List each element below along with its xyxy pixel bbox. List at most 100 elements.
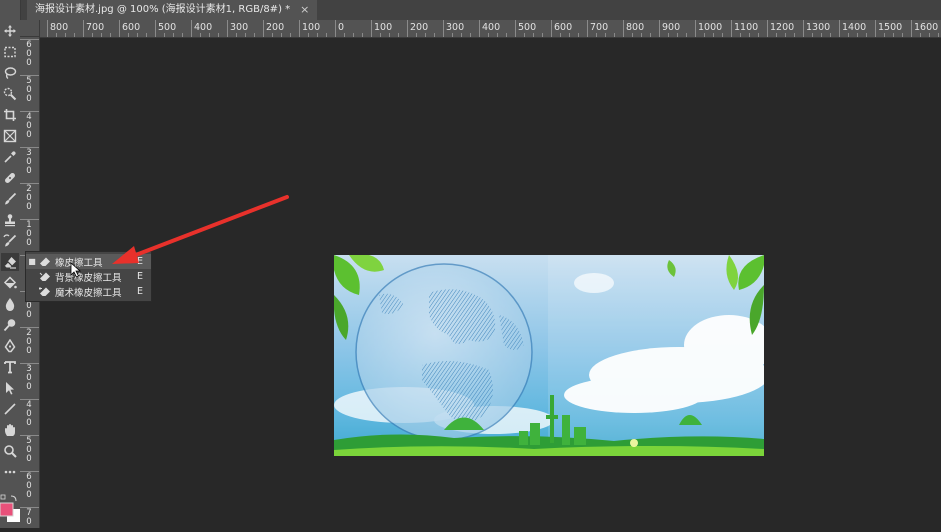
ruler-minor-tick [857, 33, 858, 37]
default-colors-icon[interactable] [0, 494, 6, 500]
ruler-minor-tick [506, 33, 507, 37]
frame-tool-icon[interactable] [1, 127, 19, 145]
ruler-minor-tick [938, 33, 939, 37]
ruler-label: 600 [554, 22, 573, 33]
document-tab-bar: 海报设计素材.jpg @ 100% (海报设计素材1, RGB/8#) * × [20, 0, 941, 20]
ruler-minor-tick [182, 33, 183, 37]
ruler-minor-tick [281, 33, 282, 37]
line-tool-icon[interactable] [1, 400, 19, 418]
history-brush-tool-icon[interactable] [1, 232, 19, 250]
close-icon[interactable]: × [300, 0, 309, 20]
document-tab[interactable]: 海报设计素材.jpg @ 100% (海报设计素材1, RGB/8#) * × [27, 0, 318, 20]
move-tool-icon[interactable] [1, 22, 19, 40]
ruler-label: 400 [26, 400, 32, 428]
ruler-label: 500 [26, 76, 32, 104]
ruler-minor-tick [218, 33, 219, 37]
quick-selection-tool-icon[interactable] [1, 85, 19, 103]
ruler-tick [515, 20, 516, 37]
more-tools-icon[interactable] [1, 463, 19, 481]
ruler-tick [839, 20, 840, 37]
ruler-tick [911, 20, 912, 37]
eyedropper-tool-icon[interactable] [1, 148, 19, 166]
clone-stamp-tool-icon[interactable] [1, 211, 19, 229]
ruler-tick [407, 20, 408, 37]
ruler-tick [371, 20, 372, 37]
ruler-minor-tick [497, 33, 498, 37]
ruler-minor-tick [416, 33, 417, 37]
ruler-label: 700 [86, 22, 105, 33]
canvas-image[interactable] [334, 255, 764, 456]
flyout-item-label: 背景橡皮擦工具 [55, 272, 122, 284]
ruler-minor-tick [929, 33, 930, 37]
ruler-minor-tick [488, 33, 489, 37]
ruler-minor-tick [65, 33, 66, 37]
ruler-minor-tick [758, 33, 759, 37]
ruler-minor-tick [146, 33, 147, 37]
ruler-tick [191, 20, 192, 37]
foreground-color-swatch[interactable] [0, 502, 14, 517]
healing-brush-tool-icon[interactable] [1, 169, 19, 187]
ruler-minor-tick [893, 33, 894, 37]
flyout-item-background-eraser[interactable]: 背景橡皮擦工具 E [26, 269, 151, 284]
ruler-label: 1600 [914, 22, 939, 33]
ruler-label: 800 [626, 22, 645, 33]
ruler-tick [335, 20, 336, 37]
ruler-tick [551, 20, 552, 37]
crop-tool-icon[interactable] [1, 106, 19, 124]
ruler-tick [299, 20, 300, 37]
ruler-tick [83, 20, 84, 37]
ruler-minor-tick [596, 33, 597, 37]
pen-tool-icon[interactable] [1, 337, 19, 355]
type-tool-icon[interactable] [1, 358, 19, 376]
ruler-label: 300 [446, 22, 465, 33]
ruler-tick [587, 20, 588, 37]
paint-bucket-tool-icon[interactable] [1, 274, 19, 292]
color-swatches [0, 494, 20, 528]
ruler-tick [227, 20, 228, 37]
ruler-minor-tick [236, 33, 237, 37]
ruler-minor-tick [749, 33, 750, 37]
ruler-label: 300 [26, 148, 32, 176]
ruler-tick [47, 20, 48, 37]
ruler-minor-tick [794, 33, 795, 37]
ruler-label: 1200 [770, 22, 795, 33]
eraser-tool-flyout: ■ 橡皮擦工具 E 背景橡皮擦工具 E 魔术橡皮擦工具 E [25, 251, 152, 302]
lasso-tool-icon[interactable] [1, 64, 19, 82]
ruler-label: 200 [26, 328, 32, 356]
tools-panel [0, 0, 21, 528]
ruler-label: 100 [374, 22, 393, 33]
marquee-tool-icon[interactable] [1, 43, 19, 61]
hand-tool-icon[interactable] [1, 421, 19, 439]
ruler-corner [20, 20, 40, 37]
flyout-item-shortcut: E [137, 256, 144, 267]
ruler-minor-tick [254, 33, 255, 37]
ruler-minor-tick [398, 33, 399, 37]
ruler-minor-tick [848, 33, 849, 37]
ruler-tick [119, 20, 120, 37]
dodge-tool-icon[interactable] [1, 316, 19, 334]
horizontal-ruler[interactable]: 800 700 600 500 400 300 200 100 0 100 200 300 400 500… [40, 20, 941, 38]
ruler-minor-tick [686, 33, 687, 37]
ruler-minor-tick [389, 33, 390, 37]
ruler-minor-tick [677, 33, 678, 37]
zoom-tool-icon[interactable] [1, 442, 19, 460]
brush-tool-icon[interactable] [1, 190, 19, 208]
flyout-item-eraser[interactable]: ■ 橡皮擦工具 E [26, 254, 151, 269]
ruler-tick [155, 20, 156, 37]
ruler-minor-tick [56, 33, 57, 37]
ruler-minor-tick [884, 33, 885, 37]
flyout-item-label: 橡皮擦工具 [55, 257, 103, 269]
flyout-item-shortcut: E [137, 286, 144, 297]
flyout-item-magic-eraser[interactable]: 魔术橡皮擦工具 E [26, 284, 151, 299]
ruler-minor-tick [740, 33, 741, 37]
ruler-minor-tick [704, 33, 705, 37]
eraser-tool-icon[interactable] [1, 253, 19, 271]
ruler-minor-tick [641, 33, 642, 37]
blur-tool-icon[interactable] [1, 295, 19, 313]
swap-colors-icon[interactable] [10, 495, 17, 502]
ruler-minor-tick [812, 33, 813, 37]
ruler-minor-tick [101, 33, 102, 37]
ruler-tick [479, 20, 480, 37]
path-selection-tool-icon[interactable] [1, 379, 19, 397]
ruler-label: 300 [26, 364, 32, 392]
